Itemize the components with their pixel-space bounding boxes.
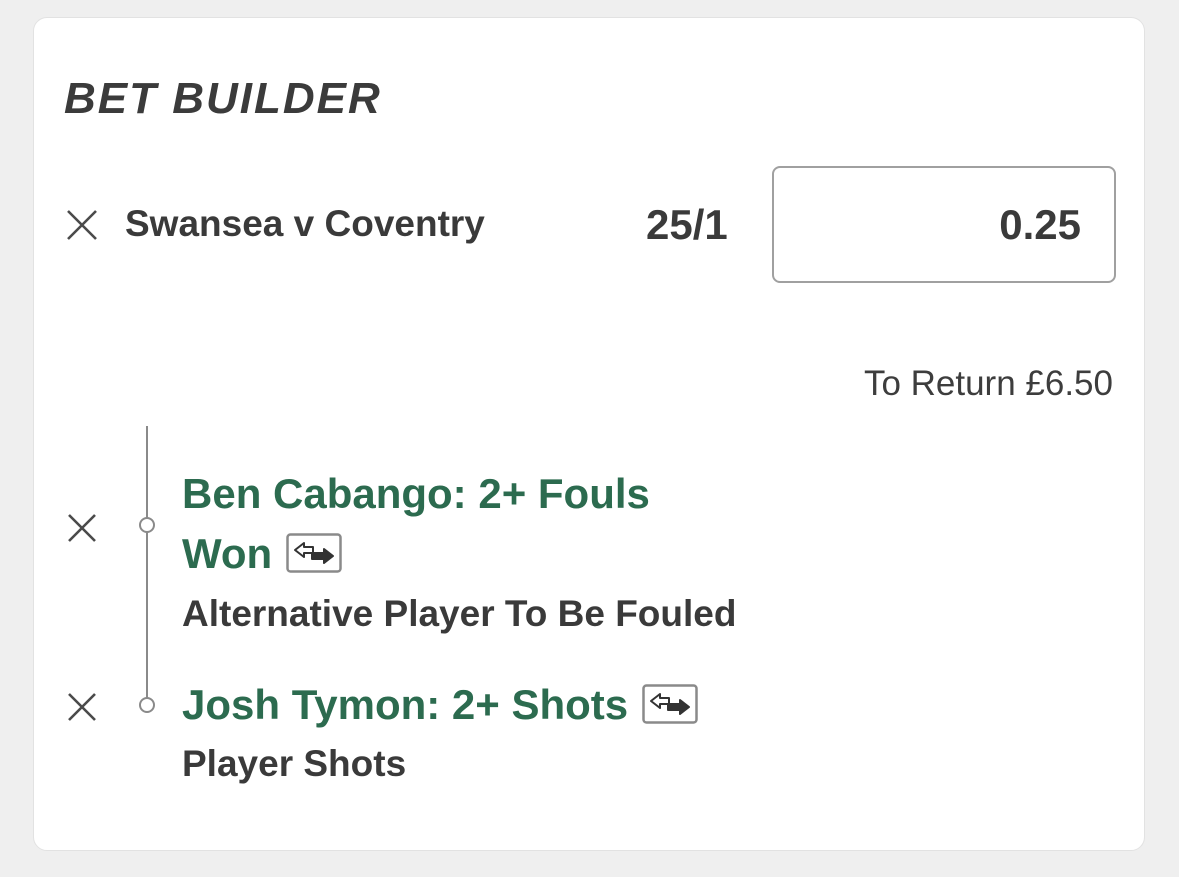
selections-timeline	[146, 426, 148, 706]
timeline-dot	[139, 697, 155, 713]
timeline-dot	[139, 517, 155, 533]
stake-input[interactable]	[772, 166, 1116, 283]
swap-icon[interactable]	[642, 684, 698, 724]
selection-title: Josh Tymon: 2+ Shots	[182, 675, 698, 735]
selection-title-line2: Won	[182, 530, 273, 577]
swap-icon[interactable]	[286, 533, 342, 573]
remove-selection-close-icon[interactable]	[65, 511, 99, 545]
to-return-amount: To Return £6.50	[863, 364, 1113, 403]
selection-market: Player Shots	[182, 743, 407, 784]
selection-title-line1: Ben Cabango: 2+ Fouls	[182, 470, 650, 517]
selection-title-text: Josh Tymon: 2+ Shots	[182, 681, 629, 728]
bet-odds: 25/1	[646, 201, 728, 248]
remove-selection-close-icon[interactable]	[65, 690, 99, 724]
selection-market: Alternative Player To Be Fouled	[182, 593, 737, 634]
selection-title: Ben Cabango: 2+ Fouls Won	[182, 464, 650, 584]
bet-builder-card: BET BUILDER Swansea v Coventry 25/1 To R…	[33, 17, 1145, 851]
event-name: Swansea v Coventry	[125, 203, 485, 244]
remove-bet-close-icon[interactable]	[65, 208, 99, 242]
bet-builder-title: BET BUILDER	[64, 74, 382, 123]
